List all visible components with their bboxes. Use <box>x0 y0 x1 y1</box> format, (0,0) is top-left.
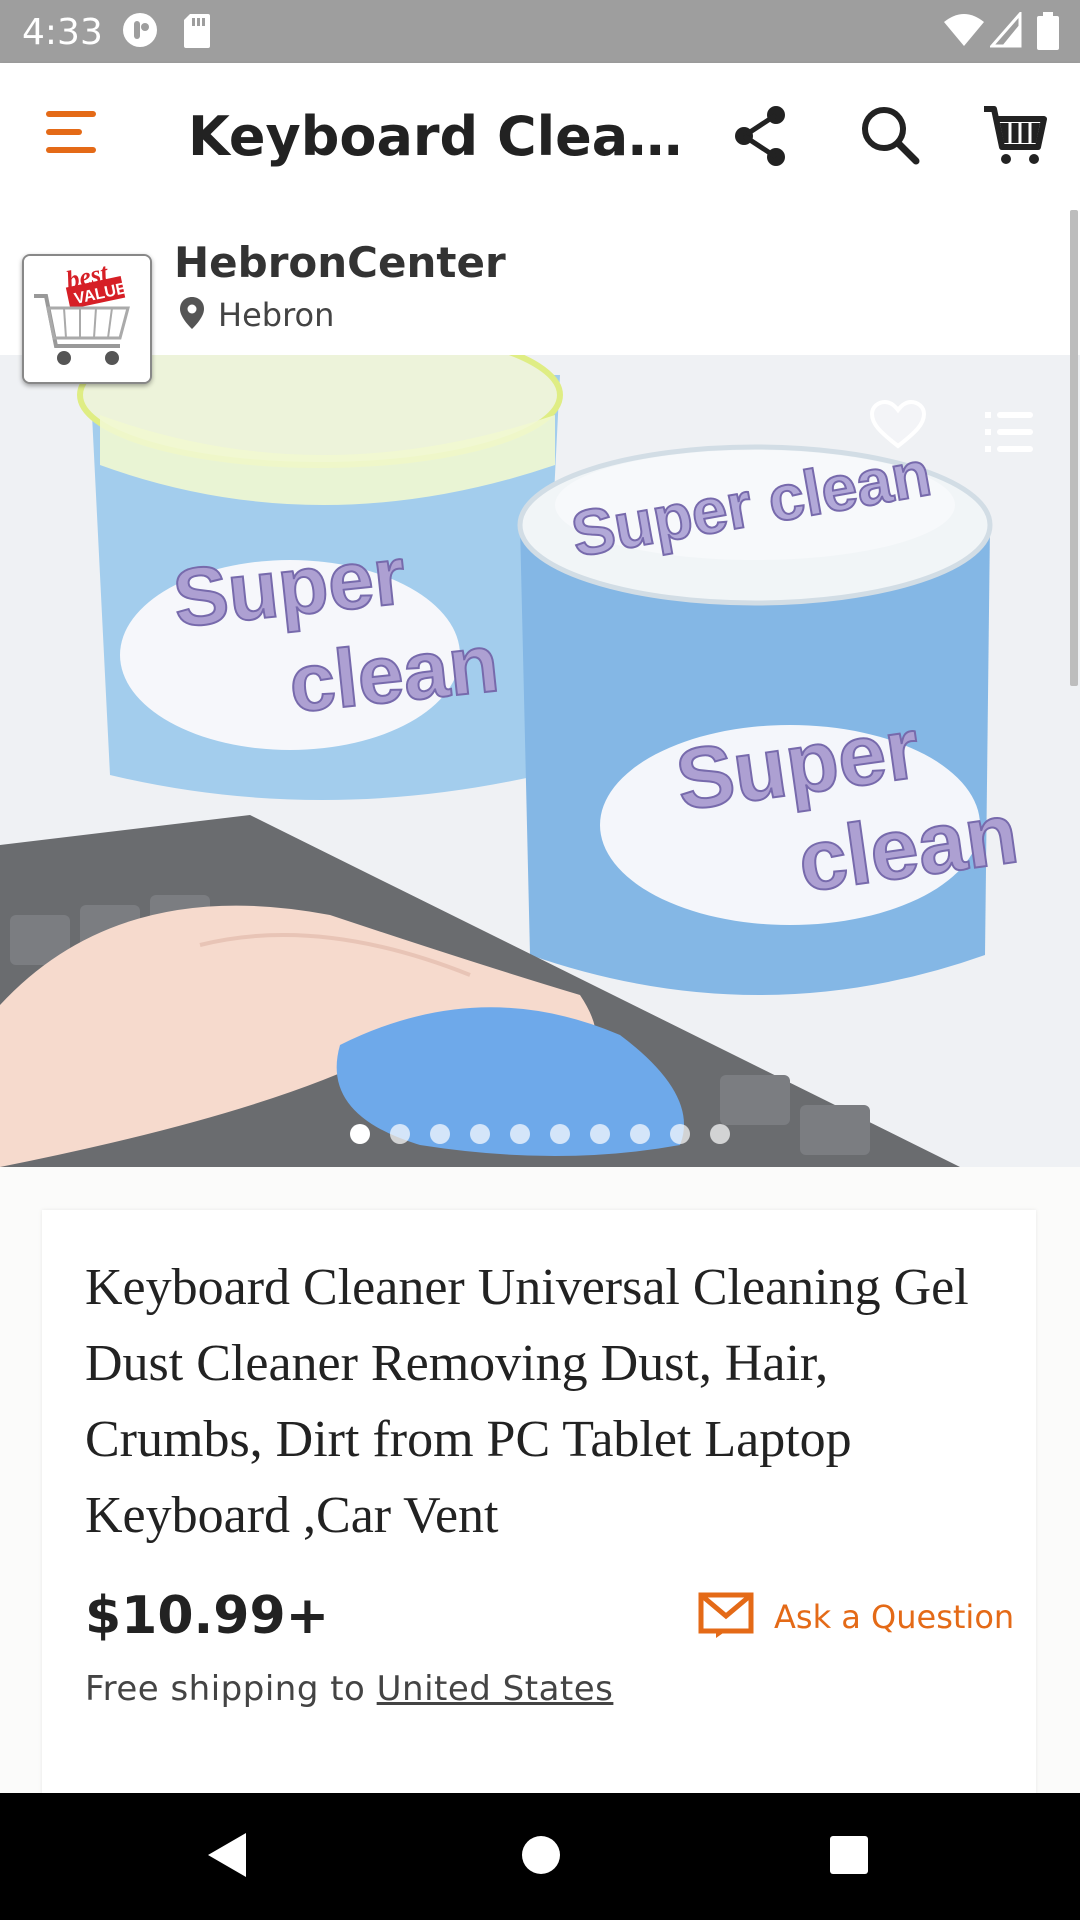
carousel-dot[interactable] <box>510 1124 530 1144</box>
ask-a-question-label[interactable]: Ask a Question <box>774 1598 1014 1636</box>
product-image-carousel[interactable]: Super clean Super clean Super clean <box>0 355 1080 1167</box>
shipping-country-link[interactable]: United States <box>377 1669 614 1709</box>
hamburger-menu-icon[interactable] <box>46 111 98 153</box>
carousel-indicator <box>0 1124 1080 1149</box>
shop-name[interactable]: HebronCenter <box>174 238 506 287</box>
mail-icon <box>698 1592 754 1646</box>
add-to-list-icon[interactable] <box>985 410 1033 459</box>
ask-a-question-button[interactable]: Ask a Question <box>698 1592 1014 1646</box>
carousel-dot[interactable] <box>350 1124 370 1144</box>
battery-icon <box>1036 12 1060 55</box>
carousel-dot[interactable] <box>590 1124 610 1144</box>
product-image: Super clean Super clean Super clean <box>0 355 1080 1167</box>
shop-logo[interactable]: best VALUE <box>22 254 152 384</box>
carousel-dot[interactable] <box>470 1124 490 1144</box>
favorite-heart-icon[interactable] <box>869 399 927 455</box>
carousel-dot[interactable] <box>670 1124 690 1144</box>
carousel-dot[interactable] <box>710 1124 730 1144</box>
system-nav-bar <box>0 1793 1080 1920</box>
carousel-dot[interactable] <box>550 1124 570 1144</box>
status-time: 4:33 <box>22 12 103 53</box>
carousel-dot[interactable] <box>390 1124 410 1144</box>
shipping-prefix: Free shipping to <box>85 1669 377 1709</box>
carousel-dot[interactable] <box>430 1124 450 1144</box>
carousel-dot[interactable] <box>630 1124 650 1144</box>
search-icon[interactable] <box>858 103 924 169</box>
cart-icon[interactable] <box>982 103 1048 169</box>
recents-icon[interactable] <box>828 1831 870 1884</box>
sd-card-icon <box>182 12 212 53</box>
shop-location-text: Hebron <box>218 296 335 334</box>
product-title: Keyboard Cleaner Universal Cleaning Gel … <box>85 1259 969 1544</box>
wifi-icon <box>944 12 984 53</box>
shipping-info: Free shipping to United States <box>85 1669 613 1709</box>
scrollbar[interactable] <box>1070 210 1078 686</box>
back-icon[interactable] <box>206 1831 248 1884</box>
signal-icon <box>988 10 1022 53</box>
notification-icon <box>122 12 158 53</box>
product-price: $10.99+ <box>85 1586 330 1646</box>
shop-location: Hebron <box>180 296 334 337</box>
shop-header[interactable]: best VALUE HebronCenter Hebron <box>0 210 1080 384</box>
home-icon[interactable] <box>520 1831 562 1884</box>
share-icon[interactable] <box>730 103 796 169</box>
page-title: Keyboard Cleaner Universal Cleaning Gel <box>188 105 688 168</box>
status-bar: 4:33 <box>0 0 1080 63</box>
app-bar: Keyboard Cleaner Universal Cleaning Gel <box>0 63 1080 210</box>
location-pin-icon <box>180 297 204 337</box>
